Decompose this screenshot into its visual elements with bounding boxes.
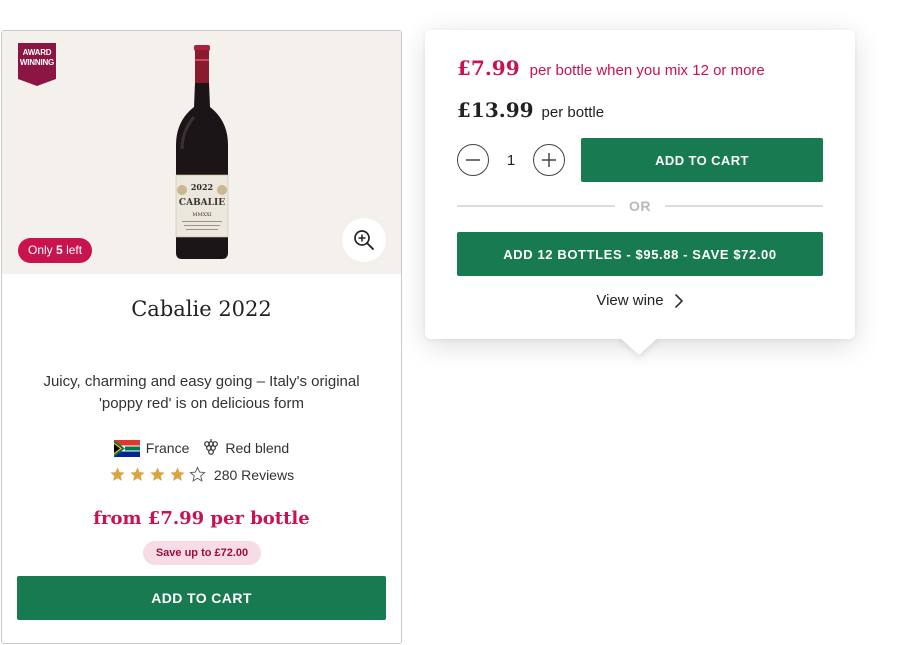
country-label: France — [145, 440, 190, 456]
quantity-stepper: 1 — [457, 144, 565, 176]
wine-bottle-image: 2022 CABALIE MMXXI — [175, 45, 229, 259]
or-divider: OR — [457, 198, 823, 214]
star-filled-icon — [150, 467, 165, 481]
zoom-in-icon — [354, 230, 374, 250]
wine-type-label: Red blend — [225, 440, 290, 456]
stock-badge: Only 5 left — [18, 238, 93, 263]
star-rating — [109, 466, 206, 483]
single-offer: £13.99 per bottle — [457, 98, 604, 122]
bottle-label-numeral: MMXXI — [192, 212, 211, 218]
south-africa-flag-icon — [113, 439, 140, 457]
reviews-count: 280 Reviews — [213, 466, 295, 483]
decrease-quantity-button[interactable] — [457, 144, 489, 176]
award-badge-text: AWARD WINNING — [19, 48, 55, 67]
wine-type-info: Red blend — [203, 439, 289, 457]
product-meta: France Red blend — [2, 439, 401, 457]
single-price-text: per bottle — [541, 104, 605, 121]
single-price: £13.99 — [457, 98, 534, 122]
star-filled-icon — [130, 467, 145, 481]
stock-prefix: Only — [28, 243, 53, 257]
star-empty-icon — [189, 466, 206, 482]
mix-price: £7.99 — [457, 56, 520, 80]
mix-offer: £7.99 per bottle when you mix 12 or more — [457, 56, 765, 80]
product-description: Juicy, charming and easy going – Italy's… — [43, 373, 360, 412]
zoom-button[interactable] — [342, 218, 386, 262]
star-filled-icon — [110, 467, 125, 481]
view-wine-label: View wine — [596, 292, 664, 309]
chevron-right-icon — [674, 293, 683, 308]
product-image-area[interactable]: AWARD WINNING 2022 CABALIE MMXXI Only 5 — [2, 31, 401, 274]
mix-offer-text: per bottle when you mix 12 or more — [529, 62, 765, 79]
or-label: OR — [629, 198, 651, 214]
quantity-value[interactable]: 1 — [496, 152, 526, 169]
popover-pointer — [617, 335, 661, 355]
product-title[interactable]: Cabalie 2022 — [2, 297, 401, 321]
country-info: France — [113, 439, 190, 457]
divider-line-left — [457, 205, 615, 207]
add-to-cart-button[interactable]: ADD TO CART — [17, 576, 386, 620]
minus-icon — [466, 159, 480, 161]
save-badge: Save up to £72.00 — [143, 541, 261, 565]
bottle-label-name: CABALIE — [179, 198, 225, 208]
plus-icon — [542, 153, 556, 167]
stock-suffix: left — [66, 243, 83, 257]
bottle-label-year: 2022 — [191, 182, 213, 192]
rating-row[interactable]: 280 Reviews — [2, 466, 401, 483]
price-popover: £7.99 per bottle when you mix 12 or more… — [425, 30, 855, 355]
popover-add-to-cart-button[interactable]: ADD TO CART — [581, 138, 823, 182]
grape-icon — [204, 439, 219, 455]
view-wine-link[interactable]: View wine — [425, 292, 855, 309]
stock-count: 5 — [56, 243, 63, 257]
product-card: AWARD WINNING 2022 CABALIE MMXXI Only 5 — [1, 30, 402, 644]
award-winning-badge: AWARD WINNING — [18, 43, 56, 86]
add-12-bottles-button[interactable]: ADD 12 BOTTLES - $95.88 - SAVE $72.00 — [457, 232, 823, 276]
price-from: from £7.99 per bottle — [93, 508, 310, 529]
divider-line-right — [665, 205, 823, 207]
increase-quantity-button[interactable] — [533, 144, 565, 176]
star-filled-icon — [170, 467, 185, 481]
